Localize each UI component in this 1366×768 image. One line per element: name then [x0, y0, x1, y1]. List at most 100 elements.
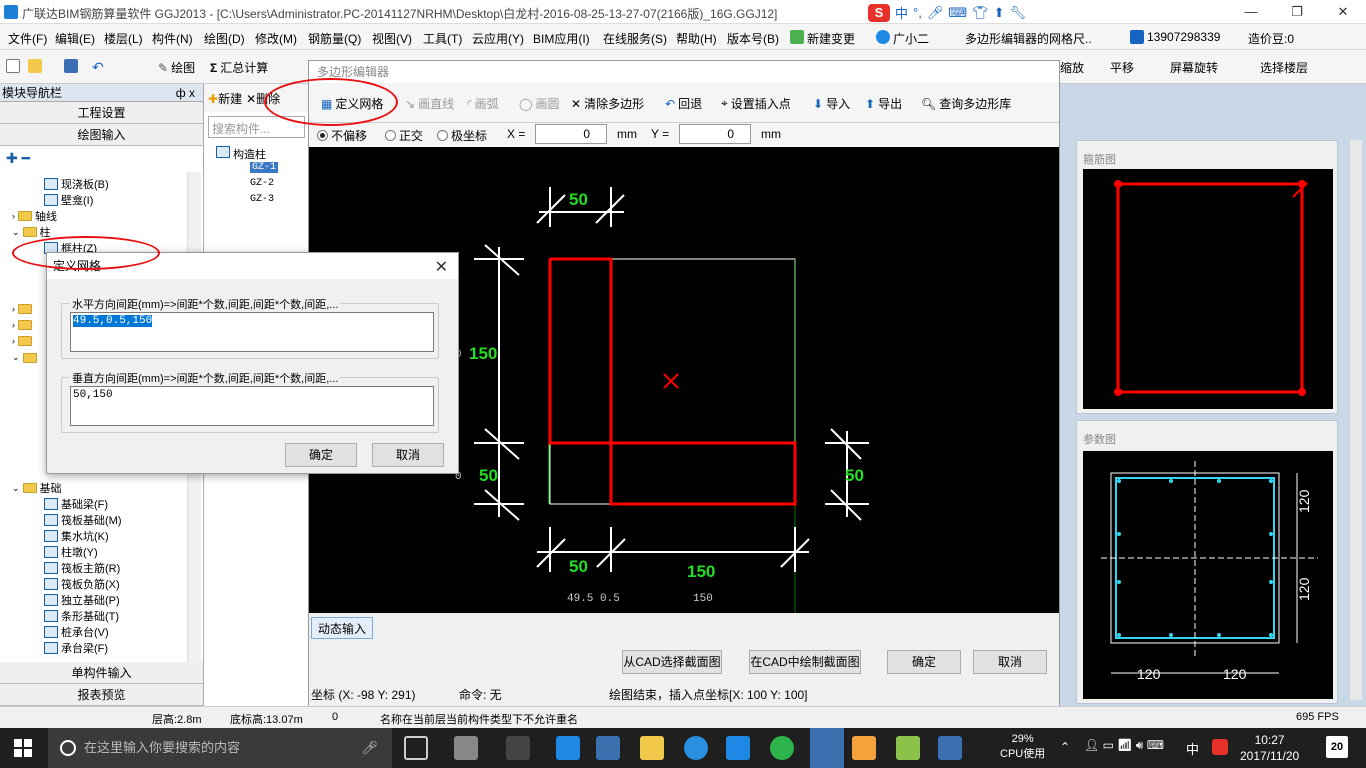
- sogou-tray-icon[interactable]: [1212, 739, 1228, 755]
- query-library-button[interactable]: 🔍︎ 查询多边形库: [921, 95, 1011, 112]
- set-insert-point-button[interactable]: ⌖ 设置插入点: [721, 95, 791, 112]
- draw-circle-button[interactable]: ◯ 画圆: [519, 95, 559, 112]
- draw-button[interactable]: ✎ 绘图: [158, 59, 195, 76]
- app-icon[interactable]: [506, 736, 530, 760]
- project-settings-button[interactable]: 工程设置: [0, 102, 203, 124]
- right-scrollbar[interactable]: [1350, 140, 1362, 700]
- y-input[interactable]: 0: [679, 124, 751, 144]
- tree-item[interactable]: 集水坑(K): [44, 528, 109, 544]
- draw-arc-button[interactable]: ◜ 画弧: [467, 95, 499, 112]
- nav-pin-icon[interactable]: ф x: [176, 84, 195, 102]
- keyboard-icon[interactable]: ⌨︎: [948, 5, 967, 21]
- sum-button[interactable]: Σ 汇总计算: [210, 59, 268, 76]
- editor-cancel-button[interactable]: 取消: [973, 650, 1047, 674]
- menu-cloud[interactable]: 云应用(Y): [472, 30, 524, 47]
- taskbar-search[interactable]: 在这里输入你要搜索的内容 🎤︎: [48, 728, 392, 768]
- menu-version[interactable]: 版本号(B): [727, 30, 779, 47]
- menu-new-change[interactable]: 新建变更: [790, 30, 855, 47]
- no-offset-radio[interactable]: 不偏移: [317, 127, 367, 144]
- menu-bim[interactable]: BIM应用(I): [533, 30, 590, 47]
- ie-icon[interactable]: [684, 736, 708, 760]
- ime-indicator[interactable]: 中: [1186, 739, 1199, 758]
- x-input[interactable]: 0: [535, 124, 607, 144]
- clear-polygon-button[interactable]: ✕ 清除多边形: [571, 95, 644, 112]
- tree-item[interactable]: ⌄ 柱: [12, 224, 51, 240]
- app-icon[interactable]: [938, 736, 962, 760]
- tree-item[interactable]: 桩承台(V): [44, 624, 109, 640]
- new-component-button[interactable]: ✚新建: [208, 90, 242, 106]
- single-input-button[interactable]: 单构件输入: [0, 662, 203, 684]
- open-file-icon[interactable]: [28, 59, 42, 73]
- menu-modify[interactable]: 修改(M): [255, 30, 297, 47]
- active-app-icon[interactable]: [810, 728, 844, 768]
- draw-line-button[interactable]: ↘ 画直线: [405, 95, 454, 112]
- tree-item[interactable]: 筏板基础(M): [44, 512, 122, 528]
- import-button[interactable]: ⬇ 导入: [813, 95, 850, 112]
- menu-floor[interactable]: 楼层(L): [104, 30, 143, 47]
- edge-icon[interactable]: [556, 736, 580, 760]
- tree-item[interactable]: 壁龛(I): [44, 192, 93, 208]
- menu-guangxiaoer[interactable]: 广小二: [876, 30, 929, 47]
- glodon-icon[interactable]: [726, 736, 750, 760]
- dialog-ok-button[interactable]: 确定: [285, 443, 357, 467]
- expand-collapse-icons[interactable]: ✚ ━: [0, 146, 203, 172]
- tree-collapsed-folder[interactable]: ⌄: [12, 352, 37, 363]
- undo-button[interactable]: ↶ 回退: [665, 95, 702, 112]
- close-button[interactable]: ✕: [1320, 0, 1366, 24]
- store-icon[interactable]: [596, 736, 620, 760]
- tree-collapsed-folder[interactable]: ›: [12, 304, 32, 314]
- ime-punct-icon[interactable]: °,: [913, 5, 922, 20]
- tray-up-icon[interactable]: ⌃: [1060, 740, 1070, 754]
- dialog-cancel-button[interactable]: 取消: [372, 443, 444, 467]
- menu-file[interactable]: 文件(F): [8, 30, 47, 47]
- rotate-button[interactable]: 屏幕旋转: [1170, 59, 1218, 76]
- menu-edit[interactable]: 编辑(E): [55, 30, 95, 47]
- draw-in-cad-button[interactable]: 在CAD中绘制截面图: [749, 650, 861, 674]
- tree-item[interactable]: 柱墩(Y): [44, 544, 98, 560]
- skin-icon[interactable]: 👕︎: [972, 5, 989, 21]
- select-from-cad-button[interactable]: 从CAD选择截面图: [622, 650, 722, 674]
- tray-icons[interactable]: 👤︎ ▭ 📶︎ 🔊︎ ⌨︎: [1084, 738, 1164, 753]
- select-floor-button[interactable]: 选择楼层: [1260, 59, 1308, 76]
- tree-root[interactable]: 构造柱: [216, 146, 266, 162]
- drawing-input-button[interactable]: 绘图输入: [0, 124, 203, 146]
- wechat-icon[interactable]: [770, 736, 794, 760]
- menu-online[interactable]: 在线服务(S): [603, 30, 667, 47]
- tree-item[interactable]: 现浇板(B): [44, 176, 109, 192]
- mic-icon[interactable]: 🎤︎: [361, 728, 378, 768]
- tree-collapsed-folder[interactable]: ›: [12, 336, 32, 346]
- orthogonal-radio[interactable]: 正交: [385, 127, 423, 144]
- tree-item[interactable]: › 轴线: [12, 208, 57, 224]
- notification-icon[interactable]: 20: [1326, 736, 1348, 758]
- export-button[interactable]: ⬆ 导出: [865, 95, 902, 112]
- ime-toolbar[interactable]: S 中 °, 🎤︎ ⌨︎ 👕︎ ⬆︎ 🔧︎: [868, 3, 1026, 22]
- tree-item[interactable]: 筏板负筋(X): [44, 576, 120, 592]
- explorer-icon[interactable]: [640, 736, 664, 760]
- ime-chinese-icon[interactable]: 中: [895, 3, 908, 22]
- tree-item[interactable]: 承台梁(F): [44, 640, 108, 656]
- app-icon[interactable]: [852, 736, 876, 760]
- restore-button[interactable]: ❐: [1274, 0, 1320, 24]
- fan-app-icon[interactable]: [454, 736, 478, 760]
- clock[interactable]: 10:27 2017/11/20: [1240, 732, 1299, 764]
- minimize-button[interactable]: —: [1228, 0, 1274, 24]
- dynamic-input-tab[interactable]: 动态输入: [311, 617, 374, 639]
- editor-ok-button[interactable]: 确定: [887, 650, 961, 674]
- component-item-gz1[interactable]: GZ-1: [250, 162, 279, 173]
- dialog-close-icon[interactable]: ✕: [435, 257, 448, 277]
- upload-icon[interactable]: ⬆︎: [994, 5, 1005, 21]
- menu-account[interactable]: 13907298339: [1130, 30, 1220, 44]
- undo-icon[interactable]: ↶: [92, 59, 104, 76]
- sogou-icon[interactable]: S: [868, 3, 890, 22]
- tree-item[interactable]: 条形基础(T): [44, 608, 119, 624]
- vertical-spacing-input[interactable]: 50,150: [70, 386, 434, 426]
- tree-item-foundation[interactable]: ⌄ 基础: [12, 480, 62, 496]
- tools-icon[interactable]: 🔧︎: [1010, 5, 1027, 21]
- tree-item[interactable]: 筏板主筋(R): [44, 560, 120, 576]
- tree-item[interactable]: 基础梁(F): [44, 496, 108, 512]
- horizontal-spacing-input[interactable]: 49.5,0.5,150: [70, 312, 434, 352]
- tree-item[interactable]: 独立基础(P): [44, 592, 120, 608]
- component-item-gz3[interactable]: GZ-3: [250, 194, 274, 205]
- polar-radio[interactable]: 极坐标: [437, 127, 487, 144]
- menu-draw[interactable]: 绘图(D): [204, 30, 245, 47]
